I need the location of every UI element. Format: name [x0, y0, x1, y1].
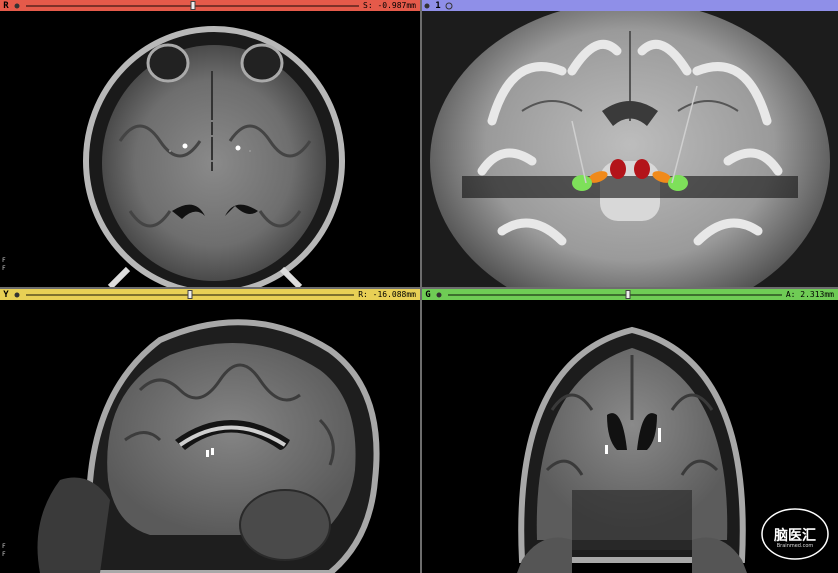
yellow-slice-slider-thumb[interactable]: [187, 290, 193, 299]
red-slice-slider-thumb[interactable]: [190, 1, 195, 10]
red-slice-controller: R S: -0.987mm: [0, 0, 420, 11]
green-slice-controller: G A: 2.313mm: [422, 289, 838, 300]
axial-mri-image[interactable]: [0, 11, 420, 287]
three-d-view[interactable]: 1: [422, 0, 838, 287]
horizontal-view-divider[interactable]: [0, 287, 838, 289]
pin-icon[interactable]: [434, 291, 444, 299]
pin-icon[interactable]: [422, 2, 432, 10]
green-slice-view[interactable]: G A: 2.313mm 脑医汇 Brainmed.com: [422, 289, 838, 573]
brainmed-watermark-logo: 脑医汇 Brainmed.com: [760, 507, 830, 561]
yellow-slice-view[interactable]: Y R: -16.088mm F F: [0, 289, 420, 573]
yellow-slice-controller: Y R: -16.088mm: [0, 289, 420, 300]
green-slice-slider-thumb[interactable]: [625, 290, 631, 299]
yellow-orientation-labels: F F: [2, 543, 6, 558]
green-slice-slider[interactable]: [448, 289, 782, 300]
pin-icon[interactable]: [12, 2, 22, 10]
pin-icon[interactable]: [12, 291, 22, 299]
sagittal-mri-image[interactable]: [0, 300, 420, 573]
red-slice-offset: S: -0.987mm: [363, 1, 416, 10]
link-icon[interactable]: [444, 2, 454, 10]
yellow-slice-offset: R: -16.088mm: [358, 290, 416, 299]
green-slice-offset: A: 2.313mm: [785, 290, 834, 299]
red-orientation-labels: F F: [2, 257, 6, 272]
yellow-view-letter: Y: [3, 289, 9, 300]
three-d-view-letter: 1: [435, 0, 441, 11]
green-view-letter: G: [425, 289, 431, 300]
red-view-letter: R: [3, 0, 9, 11]
red-slice-slider[interactable]: [26, 0, 360, 11]
three-d-controller: 1: [422, 0, 838, 11]
coronal-atlas-render[interactable]: [422, 11, 838, 287]
red-slice-view[interactable]: R S: -0.987mm F F: [0, 0, 420, 287]
yellow-slice-slider[interactable]: [26, 289, 355, 300]
